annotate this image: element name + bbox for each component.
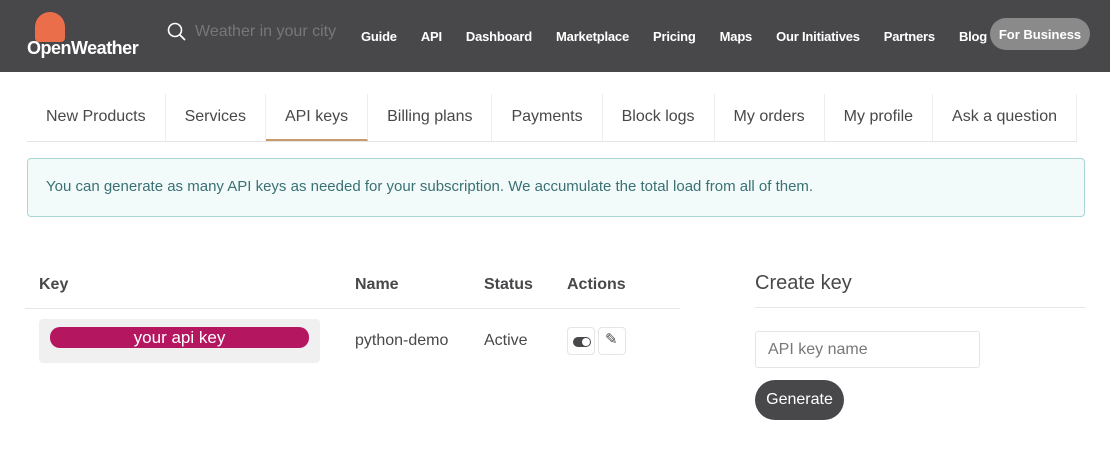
tab-ask-a-question[interactable]: Ask a question xyxy=(933,94,1077,141)
nav-our-initiatives[interactable]: Our Initiatives xyxy=(776,29,860,44)
create-key-title: Create key xyxy=(755,272,1086,308)
logo-text: OpenWeather xyxy=(27,38,139,58)
column-status: Status xyxy=(470,262,553,309)
api-key-name-input[interactable] xyxy=(755,331,980,368)
tab-block-logs[interactable]: Block logs xyxy=(603,94,715,141)
nav-dashboard[interactable]: Dashboard xyxy=(466,29,532,44)
search xyxy=(167,22,355,42)
search-input[interactable] xyxy=(195,23,355,41)
tab-billing-plans[interactable]: Billing plans xyxy=(368,94,493,141)
generate-button[interactable]: Generate xyxy=(755,380,844,420)
create-key-panel: Create key Generate xyxy=(755,272,1086,420)
openweather-logo[interactable]: OpenWeather xyxy=(27,12,139,60)
nav-partners[interactable]: Partners xyxy=(884,29,935,44)
nav-maps[interactable]: Maps xyxy=(720,29,753,44)
api-key-text: your api key xyxy=(50,327,309,349)
main-nav: Guide API Dashboard Marketplace Pricing … xyxy=(349,0,999,72)
key-status: Active xyxy=(484,332,528,350)
tab-services[interactable]: Services xyxy=(166,94,266,141)
table-row: your api key python-demo Active ✎ xyxy=(25,308,680,374)
tab-payments[interactable]: Payments xyxy=(492,94,603,141)
tab-new-products[interactable]: New Products xyxy=(27,94,166,141)
tab-my-profile[interactable]: My profile xyxy=(825,94,934,141)
info-alert: You can generate as many API keys as nee… xyxy=(27,158,1085,217)
nav-blog[interactable]: Blog xyxy=(959,29,987,44)
api-keys-table: Key Name Status Actions your api key pyt… xyxy=(25,262,680,374)
nav-marketplace[interactable]: Marketplace xyxy=(556,29,629,44)
edit-icon: ✎ xyxy=(605,331,618,349)
tab-my-orders[interactable]: My orders xyxy=(715,94,825,141)
edit-key-button[interactable]: ✎ xyxy=(598,327,626,356)
tab-api-keys[interactable]: API keys xyxy=(265,94,369,141)
toggle-key-button[interactable] xyxy=(567,327,595,356)
nav-api[interactable]: API xyxy=(421,29,442,44)
nav-guide[interactable]: Guide xyxy=(361,29,397,44)
for-business-button[interactable]: For Business xyxy=(990,18,1090,50)
account-tabs: New Products Services API keys Billing p… xyxy=(27,94,1077,142)
toggle-icon xyxy=(573,337,591,348)
column-key: Key xyxy=(25,262,341,309)
column-actions: Actions xyxy=(553,262,680,309)
top-bar: OpenWeather Guide API Dashboard Marketpl… xyxy=(0,0,1110,72)
search-icon[interactable] xyxy=(167,22,187,42)
key-name: python-demo xyxy=(355,332,449,350)
column-name: Name xyxy=(341,262,470,309)
nav-pricing[interactable]: Pricing xyxy=(653,29,696,44)
api-key-value[interactable]: your api key xyxy=(39,319,320,364)
